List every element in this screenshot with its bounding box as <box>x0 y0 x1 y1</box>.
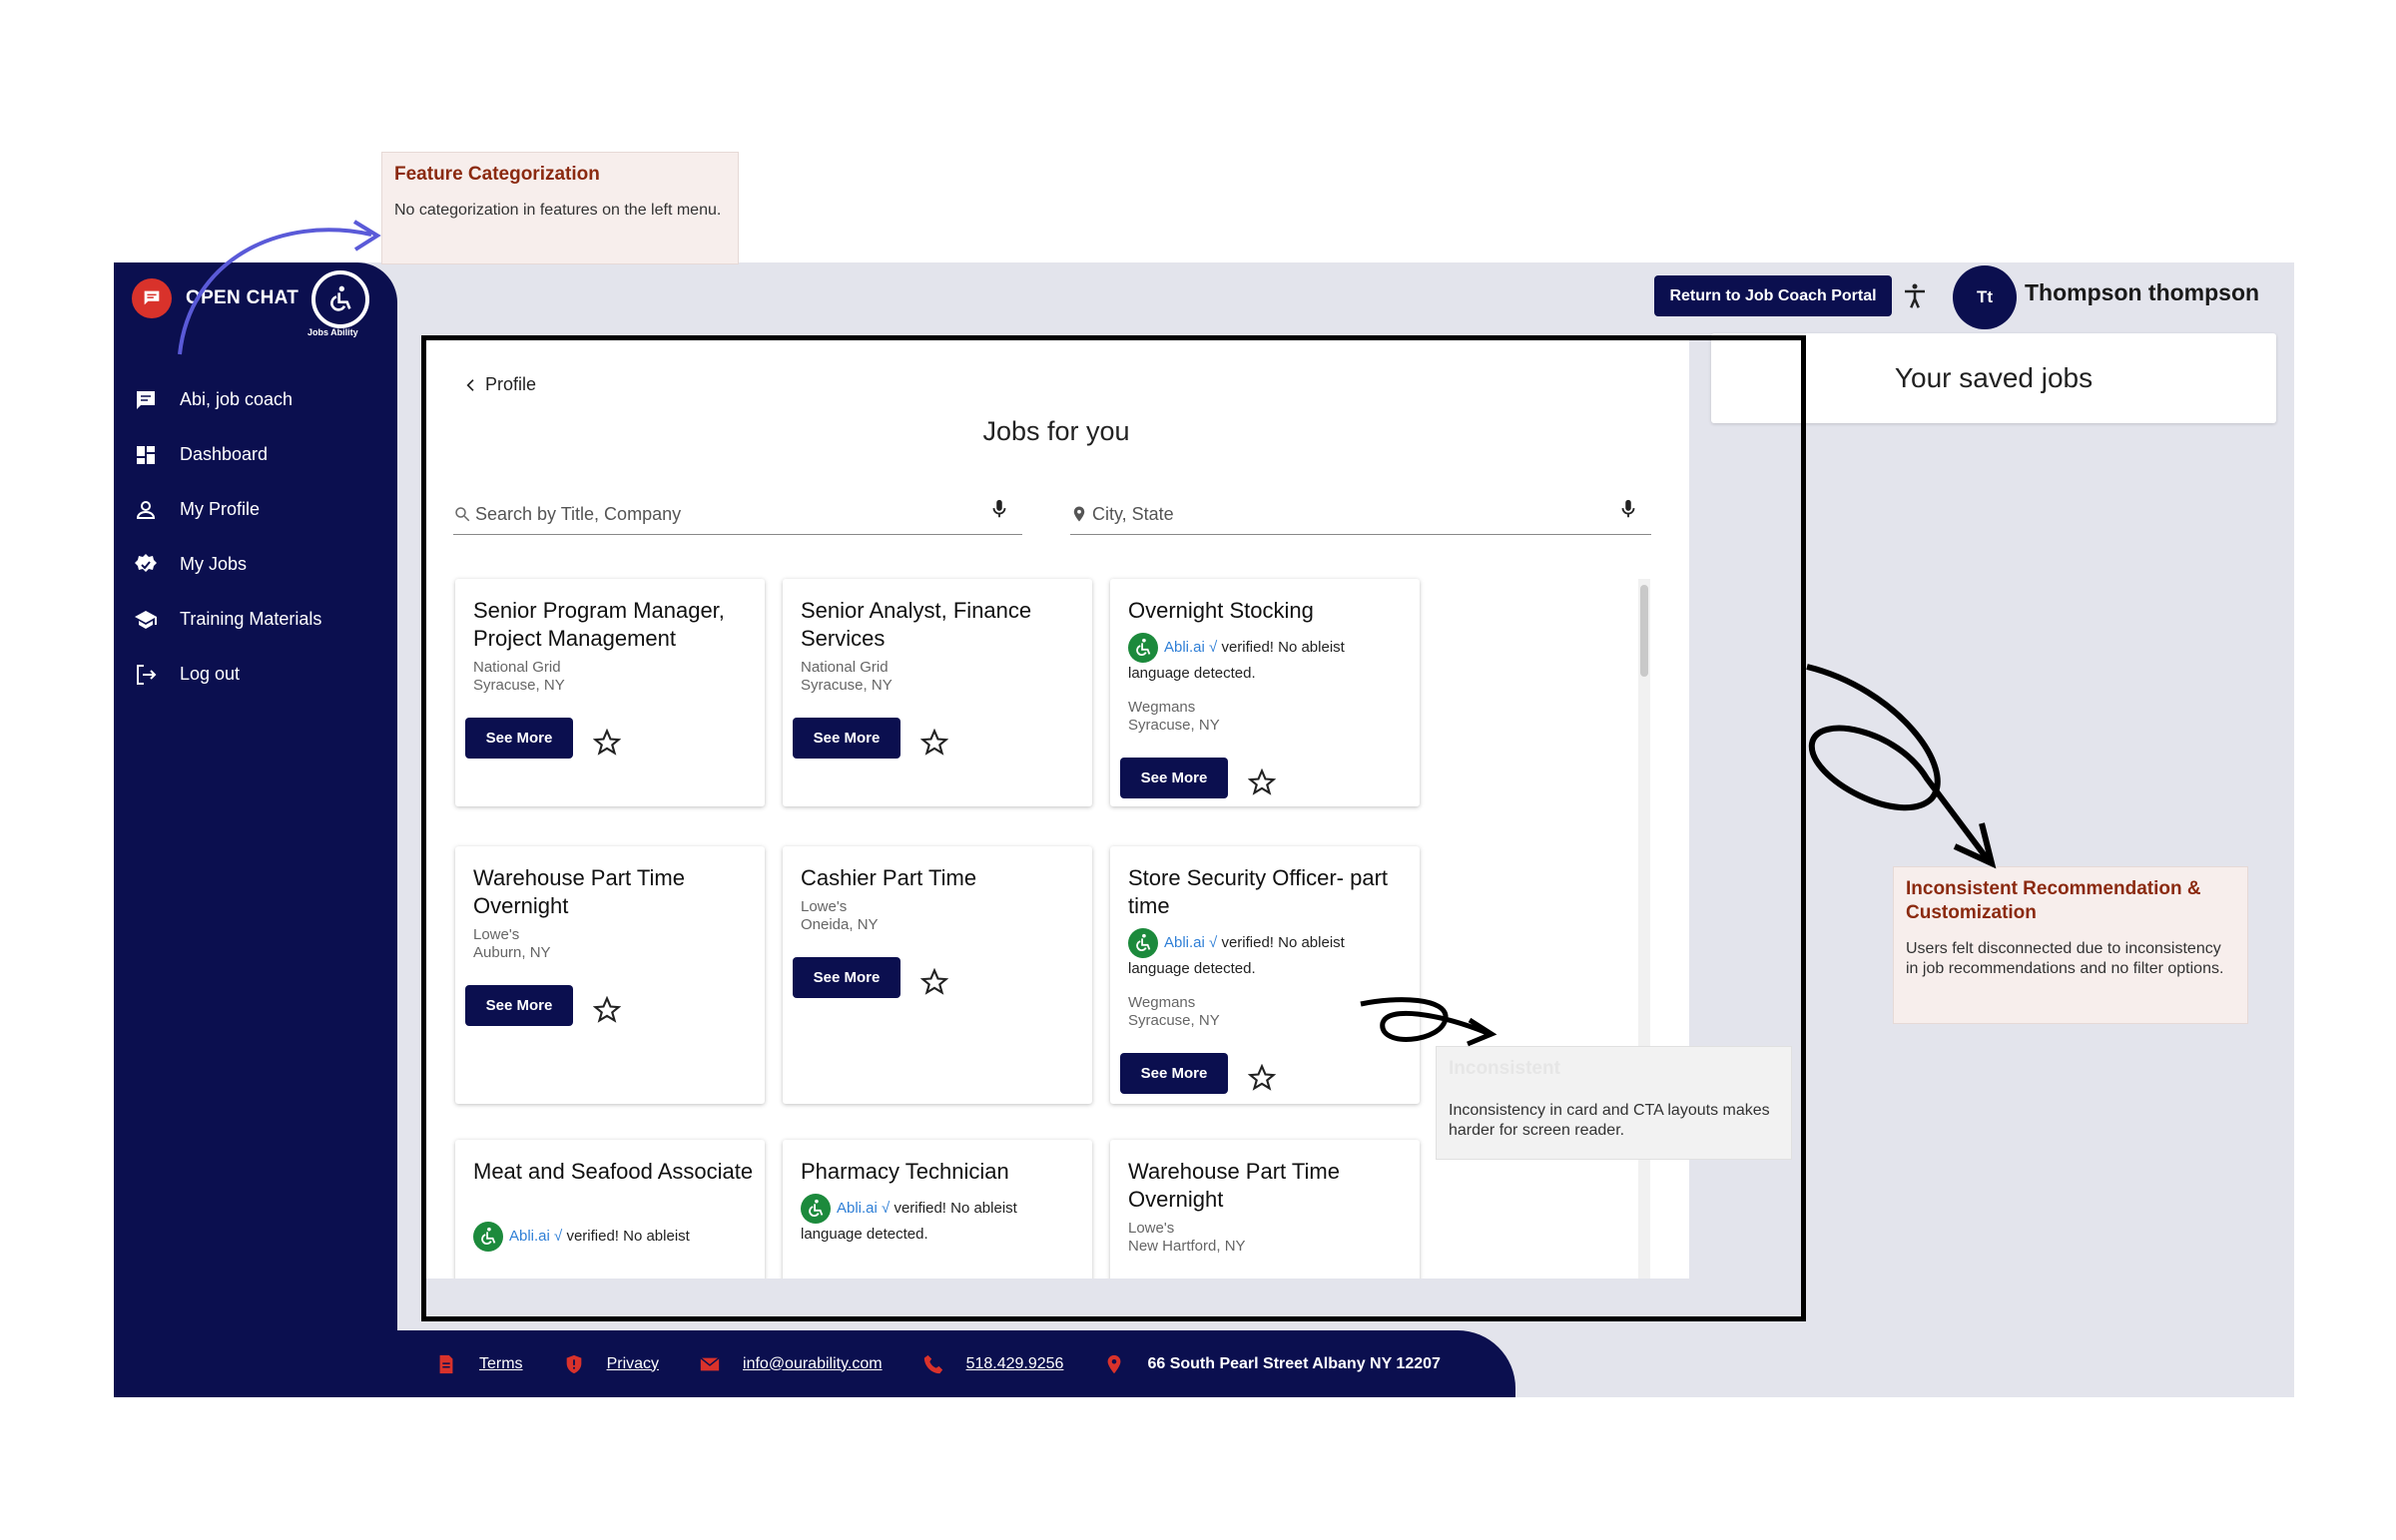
footer-address: 66 South Pearl Street Albany NY 12207 <box>1103 1353 1441 1375</box>
sidebar-item-my-profile[interactable]: My Profile <box>134 482 321 537</box>
sidebar-item-label: Log out <box>180 664 241 684</box>
person-icon <box>136 500 156 519</box>
footer-phone[interactable]: 518.429.9256 <box>922 1353 1064 1375</box>
saved-jobs-title: Your saved jobs <box>1894 362 2094 393</box>
sidebar-item-log-out[interactable]: Log out <box>134 647 321 702</box>
accessibility-icon[interactable] <box>1900 281 1930 311</box>
privacy-link[interactable]: Privacy <box>607 1355 659 1373</box>
open-chat-label: OPEN CHAT <box>186 287 300 308</box>
avatar[interactable]: Tt <box>1953 265 2017 329</box>
sidebar: OPEN CHAT Jobs Ability Abi, job coach Da… <box>114 262 397 1397</box>
verified-icon <box>135 553 157 572</box>
logo-text: Jobs Ability <box>307 327 358 337</box>
annotation-inconsistent-layout: Inconsistent Inconsistency in card and C… <box>1436 1046 1792 1160</box>
footer-privacy[interactable]: Privacy <box>563 1353 659 1375</box>
annotation-body: Inconsistency in card and CTA layouts ma… <box>1449 1102 1770 1139</box>
dashboard-icon <box>137 445 155 464</box>
document-icon <box>439 1354 453 1373</box>
terms-link[interactable]: Terms <box>479 1355 523 1373</box>
annotation-body: Users felt disconnected due to inconsist… <box>1906 940 2224 977</box>
sidebar-item-abi-job-coach[interactable]: Abi, job coach <box>134 372 321 427</box>
footer-email[interactable]: info@ourability.com <box>699 1353 883 1375</box>
sidebar-nav: Abi, job coach Dashboard My Profile My J… <box>134 372 321 702</box>
jobs-ability-logo[interactable]: Jobs Ability <box>303 270 373 340</box>
sidebar-item-training-materials[interactable]: Training Materials <box>134 592 321 647</box>
mail-icon <box>700 1356 720 1370</box>
address-text: 66 South Pearl Street Albany NY 12207 <box>1147 1354 1441 1372</box>
open-chat-button[interactable]: OPEN CHAT <box>132 278 299 318</box>
chat-icon <box>137 390 155 409</box>
annotation-feature-categorization: Feature Categorization No categorization… <box>381 152 739 264</box>
annotation-frame <box>421 335 1806 1321</box>
sidebar-item-label: My Jobs <box>180 554 248 574</box>
phone-icon <box>923 1354 942 1373</box>
footer-terms[interactable]: Terms <box>435 1353 523 1375</box>
email-link[interactable]: info@ourability.com <box>743 1355 883 1373</box>
sidebar-item-label: Dashboard <box>180 444 269 464</box>
annotation-title: Feature Categorization <box>394 164 600 185</box>
sidebar-item-my-jobs[interactable]: My Jobs <box>134 537 321 592</box>
sidebar-item-label: Training Materials <box>180 609 322 629</box>
annotation-inconsistent-recommendation: Inconsistent Recommendation & Customizat… <box>1893 866 2248 1024</box>
location-pin-icon <box>1108 1354 1121 1373</box>
school-icon <box>135 610 157 629</box>
footer: Terms Privacy info@ourability.com 518.42… <box>114 1330 1515 1397</box>
logout-icon <box>137 664 157 685</box>
username[interactable]: Thompson thompson <box>2025 279 2259 306</box>
annotation-body: No categorization in features on the lef… <box>394 202 722 219</box>
phone-link[interactable]: 518.429.9256 <box>966 1355 1064 1373</box>
shield-icon <box>566 1354 581 1373</box>
annotation-title: Inconsistent Recommendation & Customizat… <box>1906 878 2201 923</box>
chat-bubble-icon <box>132 278 172 318</box>
return-to-job-coach-portal-button[interactable]: Return to Job Coach Portal <box>1654 275 1892 316</box>
wheelchair-icon <box>311 270 369 328</box>
sidebar-item-label: My Profile <box>180 499 261 519</box>
blue-arrow-head <box>352 220 381 252</box>
annotation-title: Inconsistent <box>1449 1058 1560 1079</box>
sidebar-item-dashboard[interactable]: Dashboard <box>134 427 321 482</box>
sidebar-item-label: Abi, job coach <box>180 389 294 409</box>
